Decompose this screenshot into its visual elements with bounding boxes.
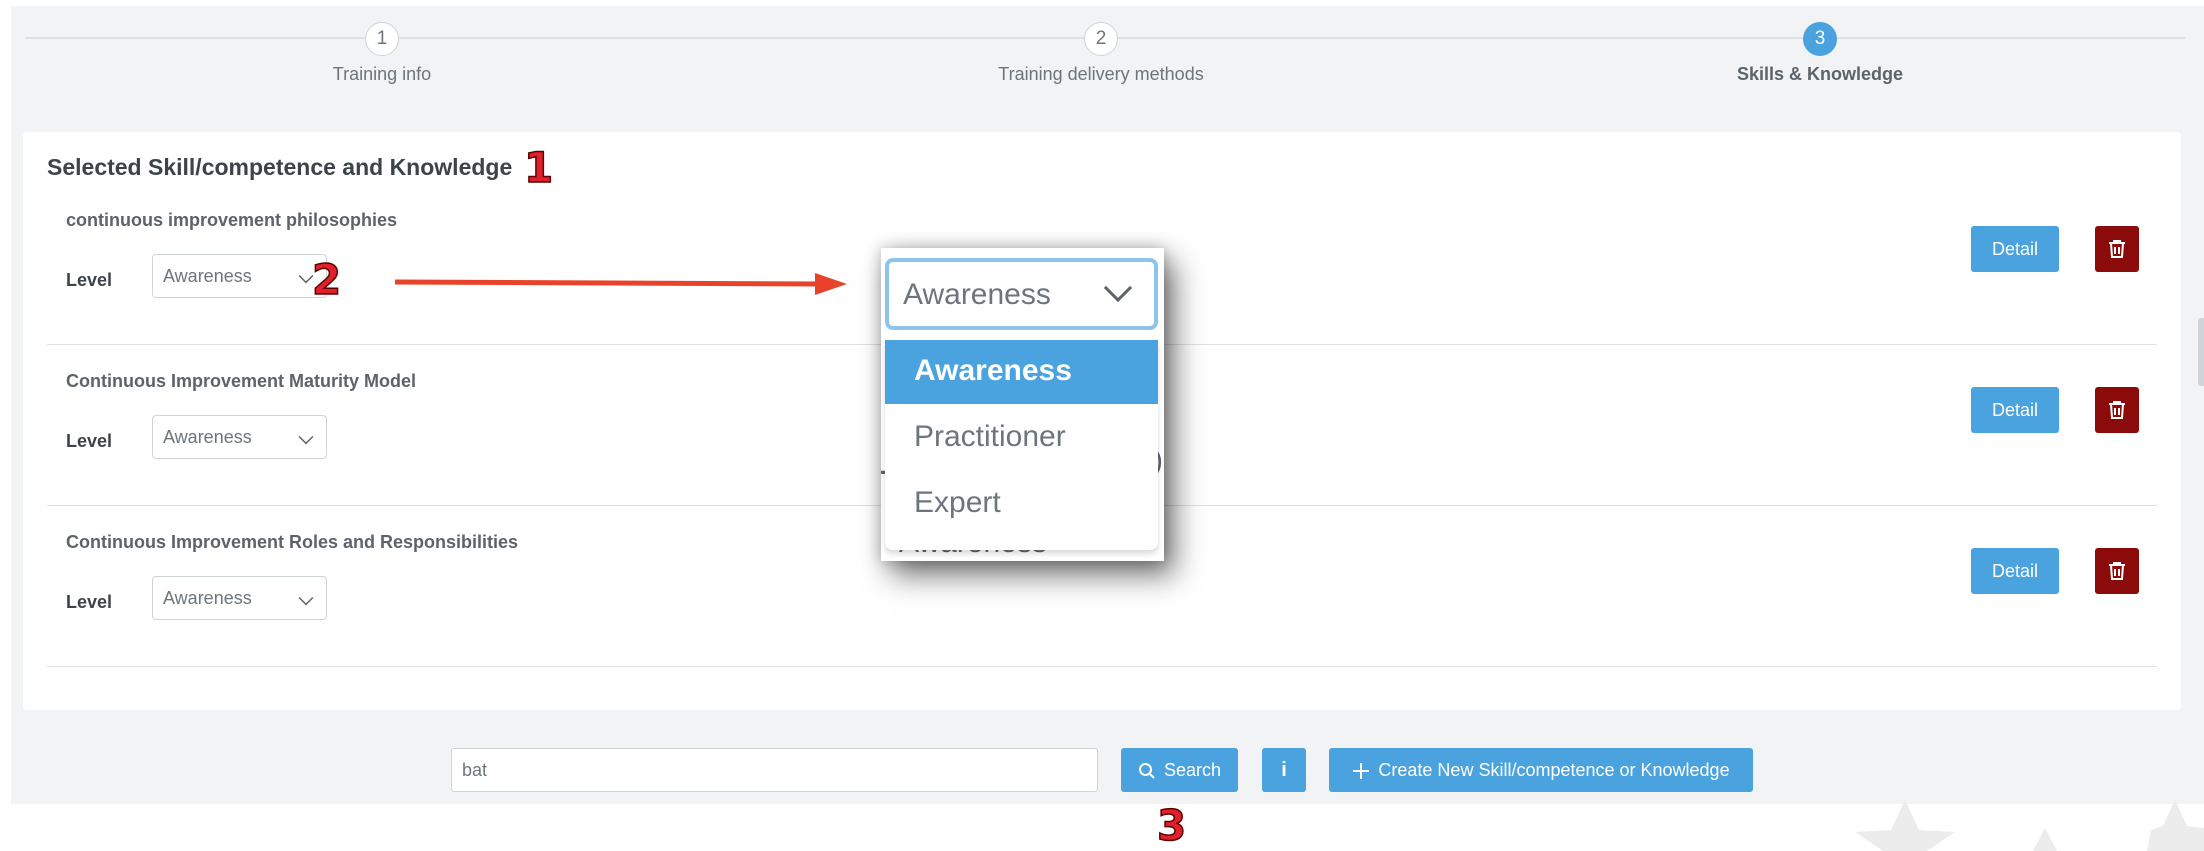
create-new-skill-button[interactable]: Create New Skill/competence or Knowledge [1329,748,1753,792]
level-select-value: Awareness [163,266,252,286]
step-label: Training info [332,64,432,84]
step-number: 1 [365,22,399,56]
level-select-value: Awareness [163,427,252,447]
dropdown-zoom-callout: L ) Awareness Awareness Awareness Practi… [881,248,1164,561]
annotation-number-3: 3 [1156,800,1187,851]
plus-icon [1353,762,1370,779]
chevron-down-icon [298,429,314,445]
side-panel-handle[interactable] [2198,318,2204,386]
level-select[interactable]: Awareness [152,576,327,620]
delete-button[interactable] [2095,548,2139,594]
create-new-skill-label: Create New Skill/competence or Knowledge [1378,759,1730,780]
dropdown-option-awareness[interactable]: Awareness [885,340,1158,404]
step-label: Training delivery methods [998,64,1204,84]
level-select-value: Awareness [163,588,252,608]
level-label: Level [66,431,113,451]
step-label-active: Skills & Knowledge [1736,64,1904,84]
step-training-delivery-methods[interactable]: 2 Training delivery methods [901,22,1301,85]
skill-search-input[interactable] [451,748,1098,792]
zoom-select-value: Awareness [903,278,1051,311]
skill-name: continuous improvement philosophies [66,210,398,230]
skill-name: Continuous Improvement Roles and Respons… [66,532,519,552]
zoom-level-select[interactable]: Awareness [885,258,1158,330]
star-watermark-icon [1855,800,2204,851]
info-button[interactable]: i [1262,748,1306,792]
search-button-label: Search [1163,759,1222,780]
trash-icon [2109,240,2125,258]
dropdown-option-practitioner[interactable]: Practitioner [885,406,1158,470]
level-select[interactable]: Awareness [152,415,327,459]
annotation-arrow-icon [395,273,847,295]
card-title: Selected Skill/competence and Knowledge [47,154,513,180]
annotation-number-2: 2 [311,254,342,305]
delete-button[interactable] [2095,387,2139,433]
dropdown-options-list: Awareness Practitioner Expert [885,340,1158,550]
level-select[interactable]: Awareness [152,254,327,298]
chevron-down-icon [298,590,314,606]
level-label: Level [66,592,113,612]
detail-button[interactable]: Detail [1971,226,2059,272]
delete-button[interactable] [2095,226,2139,272]
level-label: Level [66,270,113,290]
step-skills-knowledge[interactable]: 3 Skills & Knowledge [1620,22,2020,85]
detail-button[interactable]: Detail [1971,548,2059,594]
step-number-active: 3 [1803,22,1837,56]
trash-icon [2109,401,2125,419]
chevron-down-icon [1103,273,1133,303]
search-button[interactable]: Search [1121,748,1238,792]
annotation-number-1: 1 [523,142,554,193]
detail-button[interactable]: Detail [1971,387,2059,433]
dropdown-option-expert[interactable]: Expert [885,472,1158,536]
search-icon [1138,762,1155,779]
step-number: 2 [1084,22,1118,56]
trash-icon [2109,562,2125,580]
skill-name: Continuous Improvement Maturity Model [66,371,417,391]
step-training-info[interactable]: 1 Training info [182,22,582,85]
